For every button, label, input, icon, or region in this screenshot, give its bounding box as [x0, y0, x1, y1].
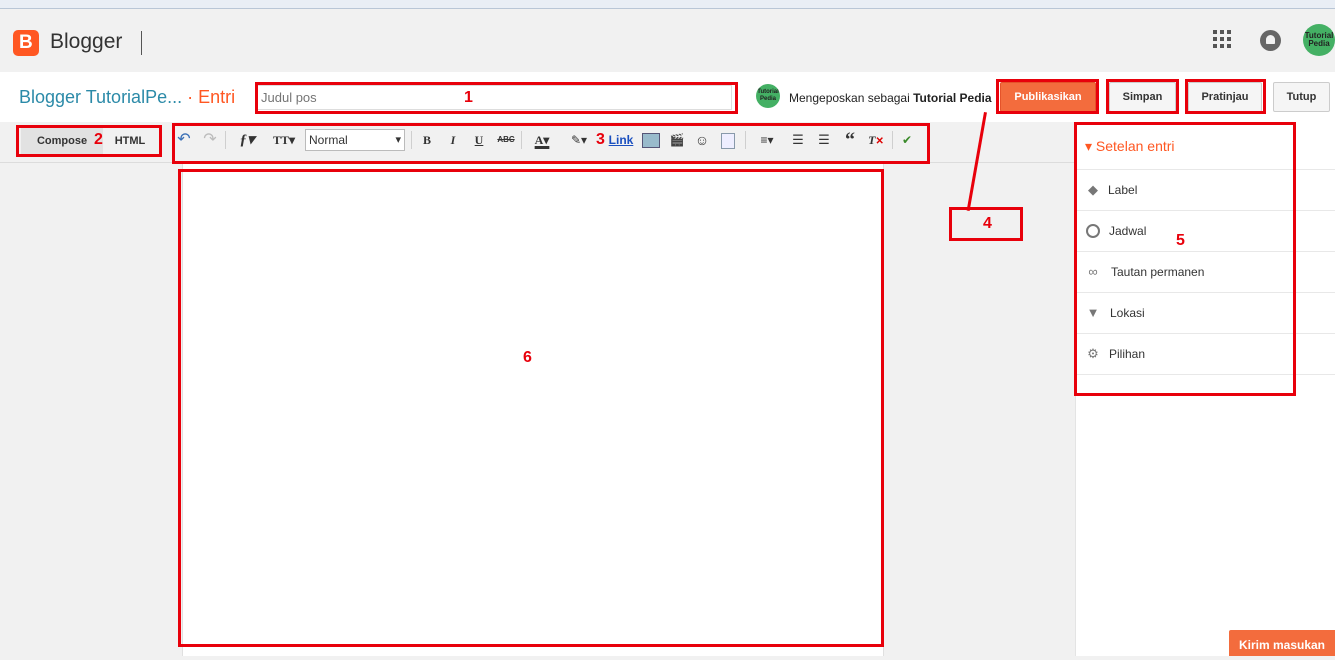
posting-as-prefix: Mengeposkan sebagai [789, 91, 910, 105]
annotation-box-4-save [1106, 79, 1179, 114]
annotation-box-5 [1074, 122, 1296, 396]
author-avatar: Tutorial Pedia [756, 84, 780, 108]
annotation-box-6 [178, 169, 884, 647]
notification-bell-icon[interactable] [1260, 30, 1281, 51]
logo-letter: B [19, 32, 33, 53]
annotation-number-1: 1 [464, 89, 473, 106]
brand-divider [141, 31, 142, 55]
apps-grid-icon[interactable] [1213, 30, 1233, 50]
author-avatar-text-line1: Tutorial [757, 89, 779, 95]
browser-top-strip [0, 0, 1335, 9]
breadcrumb-entries[interactable]: Entri [198, 87, 235, 107]
brand-name[interactable]: Blogger [50, 30, 122, 54]
avatar-text-line2: Pedia [1308, 39, 1330, 48]
annotation-number-3: 3 [596, 131, 605, 148]
annotation-number-4: 4 [983, 215, 992, 232]
send-feedback-button[interactable]: Kirim masukan [1229, 630, 1335, 656]
annotation-box-4-preview [1185, 79, 1266, 114]
annotation-number-2: 2 [94, 131, 103, 148]
annotation-box-4-publish [996, 79, 1099, 114]
annotation-box-2 [16, 125, 162, 157]
annotation-box-3 [172, 123, 930, 164]
blog-breadcrumb[interactable]: Blogger TutorialPe... · Entri [19, 87, 235, 108]
annotation-box-1 [255, 82, 738, 114]
annotation-number-6: 6 [523, 349, 532, 366]
account-avatar[interactable]: Tutorial Pedia [1303, 24, 1335, 56]
close-button[interactable]: Tutup [1273, 82, 1330, 112]
posting-as-user: Tutorial Pedia [913, 91, 992, 105]
top-bar [0, 9, 1335, 72]
blogger-logo-icon[interactable]: B [13, 30, 39, 56]
blog-name[interactable]: Blogger TutorialPe... [19, 87, 182, 107]
annotation-number-5: 5 [1176, 232, 1185, 249]
author-avatar-text-line2: Pedia [759, 96, 776, 102]
posting-as-text: Mengeposkan sebagai Tutorial Pedia [789, 91, 992, 105]
